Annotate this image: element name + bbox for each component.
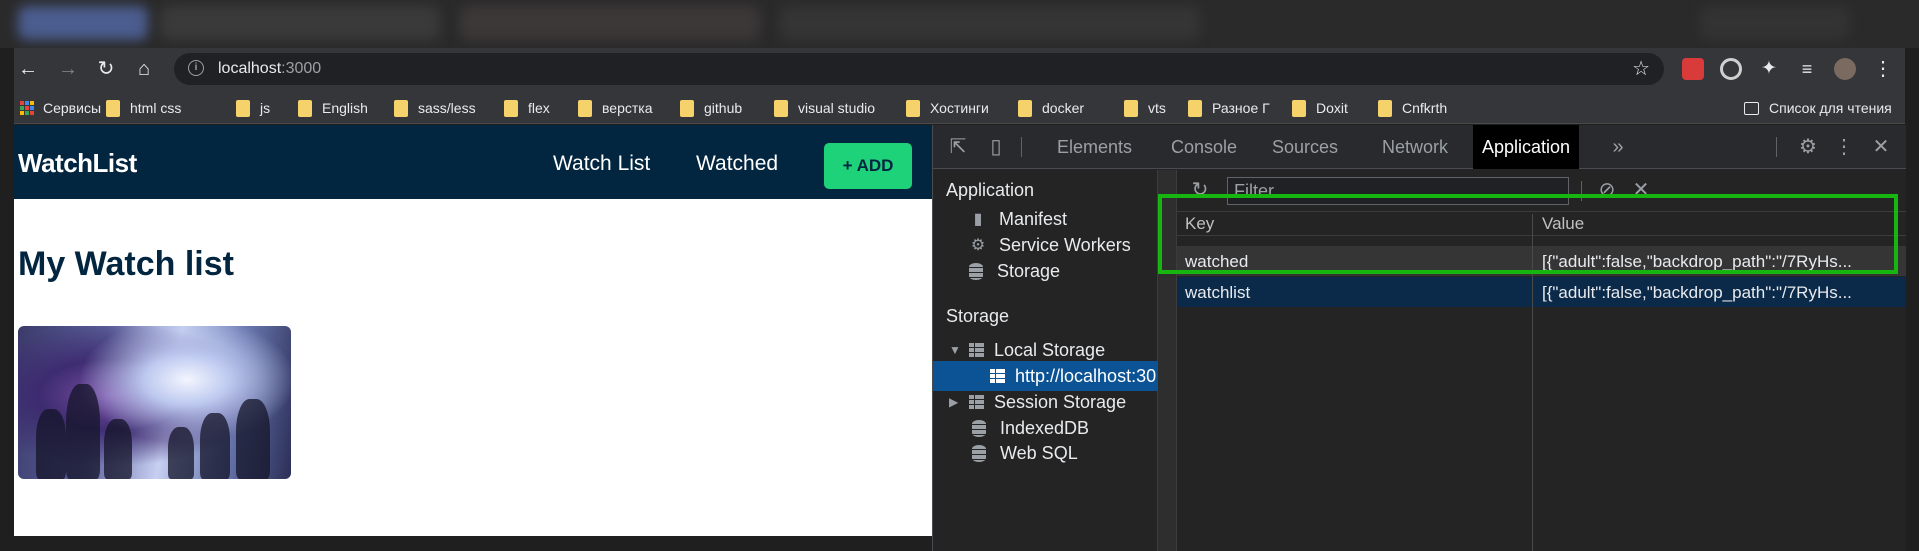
folder-icon <box>236 99 250 117</box>
bookmarks-bar: Сервисы html css js English sass/less fl… <box>14 90 1905 124</box>
page-title: My Watch list <box>18 245 234 283</box>
bookmark-folder[interactable]: Cnfkrth <box>1378 98 1447 118</box>
sidebar-item-storage[interactable]: Storage <box>969 256 1060 286</box>
browser-menu-icon[interactable]: ⋮ <box>1872 58 1894 80</box>
web-page: WatchList Watch List Watched + ADD My Wa… <box>14 125 932 536</box>
forward-icon[interactable]: → <box>54 55 82 83</box>
app-navbar: WatchList Watch List Watched + ADD <box>14 125 932 199</box>
movie-poster[interactable] <box>18 326 291 479</box>
blurred-tab <box>1700 6 1850 40</box>
folder-icon <box>680 99 694 117</box>
table-icon <box>969 343 984 357</box>
gear-icon: ⚙ <box>970 237 986 254</box>
bookmark-folder[interactable]: visual studio <box>774 98 875 118</box>
bookmark-star-icon[interactable]: ☆ <box>1632 56 1650 81</box>
tab-sources[interactable]: Sources <box>1263 125 1347 169</box>
folder-icon <box>906 99 920 117</box>
devtools-menu-icon[interactable]: ⋮ <box>1831 135 1857 159</box>
sidebar-header-storage: Storage <box>946 306 1010 326</box>
browser-tab-strip <box>0 0 1919 48</box>
settings-gear-icon[interactable]: ⚙ <box>1795 135 1821 159</box>
cell-value: [{"adult":false,"backdrop_path":"/7RyHs.… <box>1542 283 1852 302</box>
blurred-tab <box>780 6 1200 40</box>
tab-network[interactable]: Network <box>1373 125 1457 169</box>
folder-icon <box>1378 99 1392 117</box>
blurred-tab <box>460 6 760 40</box>
bookmark-folder[interactable]: html css <box>106 98 181 118</box>
folder-icon <box>578 99 592 117</box>
close-icon[interactable]: ✕ <box>1868 135 1894 159</box>
bookmark-folder[interactable]: vts <box>1124 98 1166 118</box>
folder-icon <box>394 99 408 117</box>
folder-icon <box>1124 99 1138 117</box>
blurred-tab <box>160 6 440 40</box>
tab-application[interactable]: Application <box>1473 125 1580 169</box>
divider <box>1776 137 1777 157</box>
extensions-puzzle-icon[interactable]: ✦ <box>1758 58 1780 80</box>
folder-icon <box>298 99 312 117</box>
application-sidebar: Application ▮ Manifest ⚙ Service Workers S… <box>933 170 1158 551</box>
blurred-tab <box>18 6 148 40</box>
back-icon[interactable]: ← <box>14 55 42 83</box>
folder-icon <box>1292 99 1306 117</box>
nav-link-watched[interactable]: Watched <box>696 152 778 176</box>
tab-elements[interactable]: Elements <box>1048 125 1141 169</box>
bookmark-apps[interactable]: Сервисы <box>20 98 101 118</box>
folder-icon <box>1018 99 1032 117</box>
device-toolbar-icon[interactable]: ▯ <box>983 135 1009 159</box>
expanded-triangle-icon[interactable]: ▼ <box>949 343 963 357</box>
devtools-tab-bar: ⇱ ▯ Elements Console Sources Network App… <box>933 125 1906 169</box>
site-info-icon[interactable]: i <box>188 60 204 76</box>
database-icon <box>972 419 986 437</box>
app-brand[interactable]: WatchList <box>18 148 137 179</box>
address-url: localhost:3000 <box>218 60 322 77</box>
table-icon <box>990 369 1005 383</box>
address-bar[interactable]: i localhost:3000 ☆ <box>174 53 1664 85</box>
sidebar-item-websql[interactable]: Web SQL <box>972 438 1078 468</box>
cell-key: watchlist <box>1185 283 1251 302</box>
bookmark-folder[interactable]: flex <box>504 98 550 118</box>
extension-icon[interactable] <box>1682 58 1704 80</box>
folder-icon <box>106 99 120 117</box>
inspect-element-icon[interactable]: ⇱ <box>945 135 971 159</box>
nav-link-watch-list[interactable]: Watch List <box>553 152 650 176</box>
bookmark-folder[interactable]: js <box>236 98 270 118</box>
bookmark-folder[interactable]: English <box>298 98 368 118</box>
reading-list[interactable]: Список для чтения <box>1744 98 1892 118</box>
bookmark-folder[interactable]: Doxit <box>1292 98 1348 118</box>
table-icon <box>969 395 984 409</box>
bookmark-folder[interactable]: Хостинги <box>906 98 989 118</box>
browser-toolbar: ← → ↻ ⌂ i localhost:3000 ☆ ✦ ≡ ⋮ <box>14 48 1905 90</box>
folder-icon <box>1188 99 1202 117</box>
media-control-icon[interactable]: ≡ <box>1796 58 1818 80</box>
bookmark-folder[interactable]: верстка <box>578 98 652 118</box>
bookmark-folder[interactable]: docker <box>1018 98 1084 118</box>
devtools-panel: ⇱ ▯ Elements Console Sources Network App… <box>932 125 1906 551</box>
more-tabs-icon[interactable]: » <box>1605 135 1631 159</box>
reload-icon[interactable]: ↻ <box>92 55 120 83</box>
bookmark-folder[interactable]: github <box>680 98 742 118</box>
add-button[interactable]: + ADD <box>824 143 912 189</box>
table-row[interactable]: watchlist [{"adult":false,"backdrop_path… <box>1177 277 1906 307</box>
highlight-annotation-box <box>1158 194 1898 274</box>
tab-console[interactable]: Console <box>1162 125 1246 169</box>
bookmark-folder[interactable]: sass/less <box>394 98 476 118</box>
database-icon <box>969 262 983 280</box>
reading-list-icon <box>1744 101 1759 115</box>
file-icon: ▮ <box>973 211 983 228</box>
folder-icon <box>504 99 518 117</box>
divider <box>1021 137 1022 157</box>
sidebar-header-application: Application <box>946 180 1035 200</box>
avatar[interactable] <box>1834 58 1856 80</box>
extension-target-icon[interactable] <box>1720 58 1742 80</box>
apps-grid-icon <box>20 101 34 115</box>
database-icon <box>972 444 986 462</box>
home-icon[interactable]: ⌂ <box>130 55 158 83</box>
bookmark-folder[interactable]: Разное Г <box>1188 98 1270 118</box>
folder-icon <box>774 99 788 117</box>
collapsed-triangle-icon[interactable]: ▶ <box>949 395 963 409</box>
